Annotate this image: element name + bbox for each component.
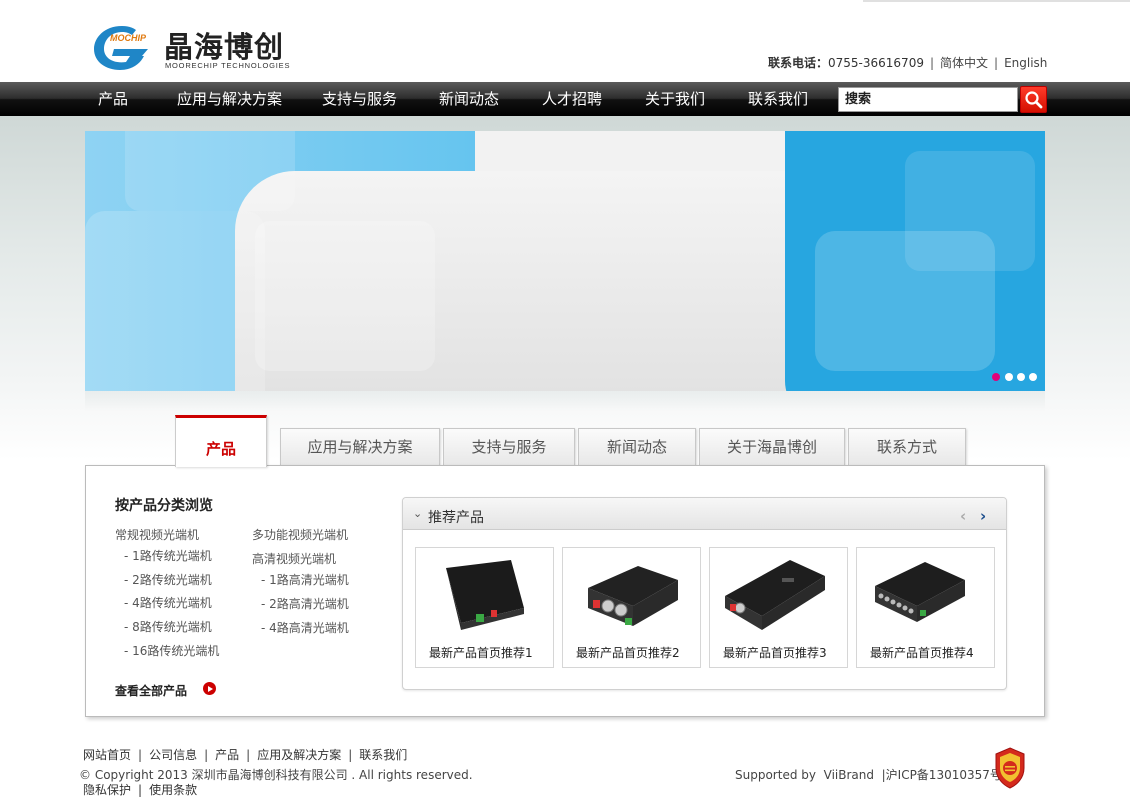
- logo-en: MOORECHIP TECHNOLOGIES: [165, 61, 291, 70]
- logo-mark-text: MOCHIP: [110, 33, 147, 43]
- nav-item-solutions[interactable]: 应用与解决方案: [177, 82, 282, 116]
- footer-link-products[interactable]: 产品: [215, 748, 239, 762]
- slide-dot-3[interactable]: [1017, 373, 1025, 381]
- header-contact: 联系电话：0755-36616709 | 简体中文 | English: [768, 56, 1048, 70]
- top-strip: [863, 0, 1130, 2]
- view-all-products-link[interactable]: 查看全部产品: [115, 682, 187, 699]
- chevron-down-icon: ⌄: [413, 507, 423, 520]
- product-name[interactable]: 最新产品首页推荐4: [870, 644, 974, 661]
- footer-link-solutions[interactable]: 应用及解决方案: [257, 748, 341, 762]
- footer-link-contact[interactable]: 联系我们: [359, 748, 407, 762]
- nav-item-careers[interactable]: 人才招聘: [542, 82, 602, 116]
- nav-item-products[interactable]: 产品: [98, 82, 128, 116]
- product-name[interactable]: 最新产品首页推荐2: [576, 644, 680, 661]
- product-image: [588, 566, 678, 626]
- product-image: [446, 560, 524, 630]
- tab-solutions[interactable]: 应用与解决方案: [280, 428, 440, 465]
- category-link[interactable]: - 4路传统光端机: [124, 594, 212, 611]
- product-image: [875, 562, 965, 622]
- category-title: 按产品分类浏览: [115, 498, 213, 514]
- banner-slider[interactable]: [85, 131, 1045, 391]
- nav-item-support[interactable]: 支持与服务: [322, 82, 397, 116]
- category-link[interactable]: 多功能视频光端机: [252, 526, 348, 543]
- footer-link-privacy[interactable]: 隐私保护: [83, 783, 131, 797]
- play-arrow-icon[interactable]: [203, 682, 216, 695]
- tab-news[interactable]: 新闻动态: [578, 428, 696, 465]
- tab-contact[interactable]: 联系方式: [848, 428, 966, 465]
- lang-en-link[interactable]: English: [1004, 56, 1047, 70]
- contact-label: 联系电话：: [768, 56, 829, 70]
- footer-link-terms[interactable]: 使用条款: [149, 783, 197, 797]
- police-badge-icon[interactable]: [993, 746, 1027, 790]
- category-link[interactable]: - 2路传统光端机: [124, 571, 212, 588]
- slide-dot-2[interactable]: [1005, 373, 1013, 381]
- category-link[interactable]: - 1路传统光端机: [124, 547, 212, 564]
- category-link[interactable]: - 8路传统光端机: [124, 618, 212, 635]
- search-button[interactable]: [1020, 86, 1047, 113]
- recommended-header: [403, 498, 1006, 530]
- icp-link[interactable]: 沪ICP备13010357号: [886, 768, 1002, 782]
- category-link[interactable]: 高清视频光端机: [252, 550, 336, 567]
- next-arrow-icon[interactable]: ›: [980, 507, 986, 525]
- product-name[interactable]: 最新产品首页推荐3: [723, 644, 827, 661]
- supported-label: Supported by: [735, 768, 816, 782]
- nav-item-about[interactable]: 关于我们: [645, 82, 705, 116]
- supported-by: Supported by ViiBrand |沪ICP备13010357号: [735, 768, 1002, 782]
- tab-about[interactable]: 关于海晶博创: [699, 428, 845, 465]
- logo-icon[interactable]: MOCHIP: [92, 22, 160, 72]
- tab-support[interactable]: 支持与服务: [443, 428, 575, 465]
- supported-brand-link[interactable]: ViiBrand: [824, 768, 874, 782]
- category-link[interactable]: - 16路传统光端机: [124, 642, 219, 659]
- product-name[interactable]: 最新产品首页推荐1: [429, 644, 533, 661]
- category-link[interactable]: - 4路高清光端机: [261, 619, 349, 636]
- category-link[interactable]: 常规视频光端机: [115, 526, 199, 543]
- banner-shadow: [85, 391, 1045, 411]
- nav-item-contact[interactable]: 联系我们: [748, 82, 808, 116]
- banner-image: [85, 131, 1045, 391]
- product-image: [725, 560, 825, 630]
- footer-link-company[interactable]: 公司信息: [149, 748, 197, 762]
- recommended-title: 推荐产品: [428, 510, 484, 526]
- tab-products[interactable]: 产品: [175, 415, 267, 467]
- lang-cn-link[interactable]: 简体中文: [940, 56, 988, 70]
- category-link[interactable]: - 2路高清光端机: [261, 595, 349, 612]
- slide-dot-1[interactable]: [992, 373, 1000, 381]
- contact-phone: 0755-36616709: [828, 56, 924, 70]
- search-icon: [1025, 91, 1043, 109]
- search-input[interactable]: 搜索: [838, 87, 1018, 112]
- prev-arrow-icon[interactable]: ‹: [960, 507, 966, 525]
- footer-links-2: 隐私保护 | 使用条款: [83, 783, 198, 797]
- nav-item-news[interactable]: 新闻动态: [439, 82, 499, 116]
- category-link[interactable]: - 1路高清光端机: [261, 571, 349, 588]
- footer-link-home[interactable]: 网站首页: [83, 748, 131, 762]
- slide-dot-4[interactable]: [1029, 373, 1037, 381]
- logo-cn: 晶海博创: [164, 30, 285, 64]
- footer-links: 网站首页 | 公司信息 | 产品 | 应用及解决方案 | 联系我们: [83, 748, 408, 762]
